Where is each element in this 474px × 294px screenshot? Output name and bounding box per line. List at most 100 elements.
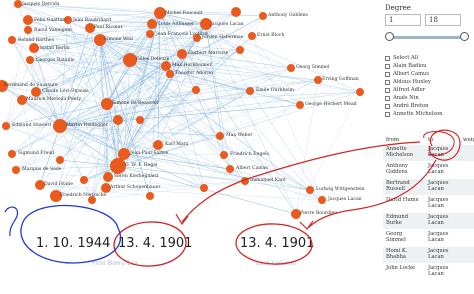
network-node[interactable] — [216, 132, 224, 140]
node-label: Georges Bataille — [36, 57, 75, 63]
slicer-option-label: Select All — [393, 55, 419, 61]
degree-max-input[interactable]: 18 — [425, 14, 461, 26]
slicer-option[interactable]: Alain Badiou — [385, 63, 427, 69]
cell-to: Jacques Lacan — [428, 197, 449, 209]
network-node[interactable] — [200, 184, 208, 192]
network-node[interactable] — [147, 19, 157, 29]
network-node[interactable] — [287, 64, 295, 72]
degree-slicer: Degree 1 18 Select All Alain Badiou Albe… — [377, 0, 474, 122]
last-column-card[interactable]: 13. 4. 1901 Last Column — [232, 222, 332, 282]
slicer-option[interactable]: André Breton — [385, 103, 429, 109]
table-row[interactable]: Georg Simmel Jacques Lacan — [383, 230, 474, 246]
network-node[interactable] — [314, 76, 322, 84]
network-node[interactable] — [8, 150, 16, 158]
node-label: George Herbert Mead — [305, 101, 357, 107]
degree-slider-min-handle[interactable] — [385, 32, 394, 41]
network-node[interactable] — [259, 12, 267, 20]
middle-date-card[interactable]: 13. 4. 1901 — [116, 222, 192, 282]
table-row[interactable]: Homi K. Bhabha Jacques Lacan — [383, 247, 474, 263]
network-node[interactable] — [113, 115, 123, 125]
network-node[interactable] — [306, 186, 314, 194]
network-node[interactable] — [29, 43, 39, 53]
network-node[interactable] — [118, 148, 130, 160]
table-row[interactable]: John Locke Jacques Lacan — [383, 264, 474, 280]
node-label: Gilles Deleuze — [136, 56, 170, 62]
network-node[interactable] — [318, 196, 326, 204]
network-node[interactable] — [220, 151, 228, 159]
network-node[interactable] — [241, 177, 249, 185]
node-label: Jacques Lacan — [209, 21, 244, 27]
network-node[interactable] — [226, 165, 234, 173]
network-node[interactable] — [146, 192, 154, 200]
node-label: Max Horkheimer — [172, 62, 212, 68]
network-node[interactable] — [161, 61, 171, 71]
table-row[interactable]: Annette Michelson Jacques Lacan — [383, 145, 474, 161]
network-node[interactable] — [153, 140, 163, 150]
slicer-option-label: Alfred Adler — [393, 87, 426, 93]
table-row[interactable]: Bertrand Russell Jacques Lacan — [383, 179, 474, 195]
node-label: Louis Althusser — [158, 21, 195, 27]
network-node[interactable] — [80, 176, 88, 184]
cell-to: Jacques Lacan — [428, 248, 449, 260]
node-label: Sigmund Freud — [18, 150, 54, 156]
network-node[interactable] — [236, 46, 244, 54]
checkbox-icon — [385, 79, 390, 85]
slicer-option[interactable]: Select All — [385, 55, 418, 61]
network-node[interactable] — [56, 156, 64, 164]
slicer-option[interactable]: Alfred Adler — [385, 87, 425, 93]
cell-to: Jacques Lacan — [428, 180, 449, 192]
network-node[interactable] — [296, 101, 304, 109]
network-node[interactable] — [356, 88, 364, 96]
column-header-from[interactable]: from — [386, 137, 399, 143]
network-node[interactable] — [246, 87, 254, 95]
cell-from: David Hume — [386, 197, 419, 203]
network-node[interactable] — [103, 172, 113, 182]
column-header-to[interactable]: to — [428, 137, 433, 143]
degree-slider-max-handle[interactable] — [460, 32, 469, 41]
checkbox-icon — [385, 63, 390, 69]
network-graph[interactable]: Jacques Derrida Félix Guattari Raoul Van… — [0, 0, 375, 230]
network-node[interactable] — [166, 70, 174, 78]
node-label: David Hume — [44, 181, 73, 187]
slicer-option[interactable]: Albert Camus — [385, 71, 429, 77]
network-node[interactable] — [31, 87, 41, 97]
node-label: Ferdinand de Saussure — [4, 82, 58, 88]
network-node[interactable] — [146, 30, 154, 38]
table-row[interactable]: Edmund Burke Jacques Lacan — [383, 213, 474, 229]
first-born-card-value: 1. 10. 1944 — [36, 236, 111, 251]
network-node[interactable] — [26, 56, 34, 64]
slicer-option-label: Annette Michelson — [393, 111, 443, 117]
network-node[interactable] — [14, 0, 22, 8]
network-node[interactable] — [123, 53, 137, 67]
network-node[interactable] — [24, 26, 32, 34]
degree-slider-track[interactable] — [390, 36, 465, 39]
network-node[interactable] — [248, 32, 256, 40]
node-label: G. W. F. Hegel — [125, 162, 158, 168]
network-node[interactable] — [12, 166, 20, 174]
slicer-option-label: André Breton — [393, 103, 429, 109]
network-node[interactable] — [23, 15, 33, 25]
network-node[interactable] — [136, 116, 144, 124]
table-row[interactable]: David Hume Jacques Lacan — [383, 196, 474, 212]
network-node[interactable] — [110, 158, 126, 174]
degree-min-input[interactable]: 1 — [385, 14, 421, 26]
node-label: Karl Marx — [165, 141, 189, 147]
network-node[interactable] — [2, 122, 10, 130]
column-header-weight[interactable]: weig — [463, 137, 474, 143]
network-node[interactable] — [8, 36, 16, 44]
slicer-option[interactable]: Annette Michelson — [385, 111, 442, 117]
cell-from: Bertrand Russell — [386, 180, 410, 192]
node-label: Theodor Adorno — [175, 70, 213, 76]
table-row[interactable]: Anthony Giddens Jacques Lacan — [383, 162, 474, 178]
network-edge — [91, 180, 246, 201]
first-born-card[interactable]: 1. 10. 1944 — [20, 222, 120, 282]
node-label: Félix Guattari — [34, 16, 67, 23]
node-label: Isaiah Berlin — [40, 45, 70, 51]
network-node[interactable] — [53, 119, 67, 133]
slicer-option[interactable]: Aldous Huxley — [385, 79, 431, 85]
node-label: Marquis de Sade — [22, 166, 62, 172]
network-node[interactable] — [192, 86, 200, 94]
network-node[interactable] — [177, 49, 187, 59]
slicer-option[interactable]: Anaïs Nin — [385, 95, 419, 101]
network-node[interactable] — [231, 7, 241, 17]
